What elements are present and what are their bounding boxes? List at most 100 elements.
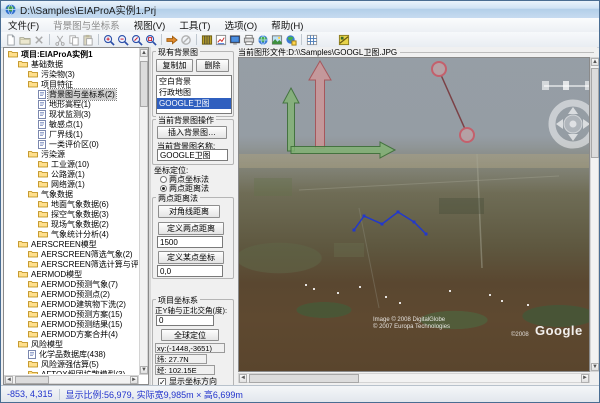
- tree-item[interactable]: AERMOD方案合并(4): [5, 329, 138, 339]
- tree-item[interactable]: AERMOD模型: [5, 269, 138, 279]
- satellite-map-canvas[interactable]: Image © 2008 DigitalGlobe © 2007 Europa …: [238, 57, 590, 372]
- menu-item[interactable]: 帮助(H): [264, 18, 310, 32]
- tree-vertical-scrollbar[interactable]: ▲ ▼: [139, 48, 148, 375]
- map-tool-icon[interactable]: [285, 33, 298, 46]
- paste-icon[interactable]: [82, 33, 95, 46]
- grid-icon[interactable]: [306, 33, 319, 46]
- tree-item[interactable]: 风险模型: [5, 339, 138, 349]
- tree-item[interactable]: 公路源(1): [5, 169, 138, 179]
- tree-item[interactable]: 地形高程(1): [5, 99, 138, 109]
- toolbar-separator: [301, 34, 302, 45]
- tree-item[interactable]: 敏感点(1): [5, 119, 138, 129]
- image-tool-icon[interactable]: [271, 33, 284, 46]
- current-background-name-input[interactable]: GOOGLE卫图: [157, 149, 228, 161]
- background-list-item[interactable]: 空白背景: [157, 76, 231, 87]
- scroll-left-icon[interactable]: ◄: [239, 374, 247, 383]
- scrollbar-thumb[interactable]: [591, 68, 599, 158]
- tree-item[interactable]: 风险源强估算(5): [5, 359, 138, 369]
- north-angle-input[interactable]: 0: [156, 315, 214, 326]
- global-positioning-button[interactable]: 全球定位: [161, 329, 219, 341]
- tree-item[interactable]: AERMOD预测点(2): [5, 289, 138, 299]
- menu-item[interactable]: 工具(T): [172, 18, 217, 32]
- document-icon: [28, 350, 36, 359]
- tree-item[interactable]: 网络源(1): [5, 179, 138, 189]
- tree-item[interactable]: 污染源: [5, 149, 138, 159]
- zoom-in-icon[interactable]: [103, 33, 116, 46]
- zoom-out-icon[interactable]: [117, 33, 130, 46]
- background-list-item[interactable]: 行政地图: [157, 87, 231, 98]
- map-horizontal-scrollbar[interactable]: ◄ ►: [238, 373, 590, 383]
- menu-item[interactable]: 背景图与坐标系: [46, 18, 127, 32]
- tree-item[interactable]: 化学品数据库(438): [5, 349, 138, 359]
- tree-item[interactable]: 现场气象数据(2): [5, 219, 138, 229]
- tree-item[interactable]: AERSCREEN模型: [5, 239, 138, 249]
- folder-icon: [28, 290, 38, 298]
- scrollbar-thumb[interactable]: [140, 61, 148, 107]
- tree-item[interactable]: 探空气象数据(3): [5, 209, 138, 219]
- menu-item[interactable]: 选项(O): [217, 18, 264, 32]
- tree-item[interactable]: 背景图与坐标系(2): [5, 89, 138, 99]
- tree-item[interactable]: AERSCREEN筛选气象(2): [5, 249, 138, 259]
- copy-icon[interactable]: [68, 33, 81, 46]
- tree-item[interactable]: 现状监测(3): [5, 109, 138, 119]
- tree-horizontal-scrollbar[interactable]: ◄ ►: [4, 375, 139, 384]
- tree-item[interactable]: 项目:EIAProA实例1: [5, 49, 138, 59]
- ruler-icon[interactable]: [201, 33, 214, 46]
- globe-tool-icon[interactable]: [257, 33, 270, 46]
- background-list-item[interactable]: GOOGLE卫图: [157, 98, 231, 109]
- menu-item[interactable]: 视图(V): [127, 18, 173, 32]
- map-pan-control[interactable]: [552, 103, 590, 145]
- tree-item[interactable]: AERMOD预测气象(7): [5, 279, 138, 289]
- point-coordinate-input[interactable]: 0,0: [157, 265, 223, 277]
- scroll-up-icon[interactable]: ▲: [591, 58, 599, 66]
- delete-background-button[interactable]: 删除: [196, 59, 229, 72]
- insert-background-button[interactable]: 插入背景图…: [157, 126, 227, 139]
- scroll-right-icon[interactable]: ►: [130, 376, 138, 384]
- zoom-extents-icon[interactable]: [145, 33, 158, 46]
- zoom-dynamic-icon[interactable]: [131, 33, 144, 46]
- pan-arrow-icon[interactable]: [166, 33, 179, 46]
- scroll-down-icon[interactable]: ▼: [591, 363, 599, 371]
- map-zoom-slider[interactable]: [542, 81, 590, 90]
- scrollbar-thumb[interactable]: [249, 374, 359, 383]
- define-point-coordinate-button[interactable]: 定义某点坐标: [158, 251, 224, 264]
- display-icon[interactable]: [229, 33, 242, 46]
- scroll-up-icon[interactable]: ▲: [140, 49, 148, 57]
- tree-item[interactable]: 基础数据: [5, 59, 138, 69]
- tree-item[interactable]: AERMOD预测方案(15): [5, 309, 138, 319]
- scroll-right-icon[interactable]: ►: [581, 374, 589, 383]
- close-file-icon[interactable]: [33, 33, 46, 46]
- new-file-icon[interactable]: [5, 33, 18, 46]
- palette-icon[interactable]: [338, 33, 351, 46]
- stop-icon[interactable]: [180, 33, 193, 46]
- document-icon: [38, 100, 46, 109]
- title-bar[interactable]: D:\\Samples\EIAProA实例1.Prj: [1, 1, 599, 19]
- copy-add-background-button[interactable]: 复制加: [156, 59, 193, 72]
- tree-item[interactable]: AFTOX烟团扩散模型(3): [5, 369, 138, 374]
- define-two-point-distance-button[interactable]: 定义两点距离: [158, 222, 224, 235]
- diagonal-distance-button[interactable]: 对角线距离: [158, 205, 220, 218]
- scroll-left-icon[interactable]: ◄: [5, 376, 13, 384]
- chart-icon[interactable]: [215, 33, 228, 46]
- tree-item[interactable]: 气象数据: [5, 189, 138, 199]
- tree-item[interactable]: AERSCREEN筛选计算与评价等级: [5, 259, 138, 269]
- tree-item[interactable]: 气象统计分析(4): [5, 229, 138, 239]
- print-icon[interactable]: [243, 33, 256, 46]
- scroll-down-icon[interactable]: ▼: [140, 366, 148, 374]
- tree-item[interactable]: 一类评价区(0): [5, 139, 138, 149]
- tree-item[interactable]: 厂界线(1): [5, 129, 138, 139]
- cut-icon[interactable]: [54, 33, 67, 46]
- folder-icon: [28, 310, 38, 318]
- tree-item[interactable]: 项目特征: [5, 79, 138, 89]
- scrollbar-thumb[interactable]: [15, 376, 49, 384]
- map-vertical-scrollbar[interactable]: ▲ ▼: [590, 57, 599, 372]
- open-file-icon[interactable]: [19, 33, 32, 46]
- tree-item[interactable]: 污染物(3): [5, 69, 138, 79]
- background-listbox[interactable]: 空白背景行政地图GOOGLE卫图: [156, 75, 232, 114]
- tree-item[interactable]: AERMOD预测结果(15): [5, 319, 138, 329]
- tree-item[interactable]: 地面气象数据(6): [5, 199, 138, 209]
- tree-item[interactable]: 工业源(10): [5, 159, 138, 169]
- tree-item[interactable]: AERMOD建筑物下洗(2): [5, 299, 138, 309]
- distance-value-input[interactable]: 1500: [157, 236, 223, 248]
- menu-item[interactable]: 文件(F): [1, 18, 46, 32]
